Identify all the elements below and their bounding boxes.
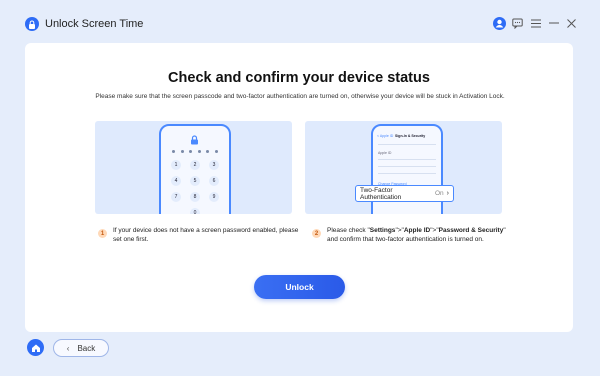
user-icon[interactable] (492, 16, 506, 30)
settings-back-link: < Apple ID (377, 134, 394, 138)
lock-icon (191, 135, 198, 145)
step-2-text: Please check "Settings">"Apple ID">"Pass… (327, 227, 506, 243)
minimize-icon[interactable] (547, 16, 561, 30)
step-1-badge: 1 (98, 229, 107, 238)
page-description: Please make sure that the screen passcod… (95, 93, 505, 100)
two-factor-value: On (434, 190, 444, 197)
app-logo-icon (25, 17, 39, 31)
divider (378, 144, 436, 145)
keypad-key: 8 (190, 192, 200, 202)
passcode-dots (172, 150, 218, 153)
apple-id-label: Apple ID (378, 151, 392, 155)
app-window: Unlock Screen Time Check and confirm you… (0, 0, 600, 376)
keypad-key: 1 (171, 160, 181, 170)
two-factor-illustration: < Apple ID Sign-In & Security Apple ID C… (305, 121, 502, 214)
keypad-key: 9 (209, 192, 219, 202)
divider (378, 159, 436, 160)
keypad-key: 5 (190, 176, 200, 186)
menu-icon[interactable] (529, 16, 543, 30)
chevron-right-icon: › (446, 190, 449, 197)
keypad-key: 0 (190, 208, 200, 214)
main-card: Check and confirm your device status Ple… (25, 43, 573, 332)
unlock-button[interactable]: Unlock (254, 275, 345, 299)
chevron-left-icon: ‹ (66, 343, 70, 353)
keypad-key: 2 (190, 160, 200, 170)
feedback-icon[interactable] (510, 16, 524, 30)
passcode-illustration: 1 2 3 4 5 6 7 8 9 0 (95, 121, 292, 214)
home-icon (31, 344, 40, 352)
back-label: Back (77, 343, 96, 353)
keypad-key: 7 (171, 192, 181, 202)
divider (378, 173, 436, 174)
home-button[interactable] (27, 339, 44, 356)
step-2-badge: 2 (312, 229, 321, 238)
keypad-key: 6 (209, 176, 219, 186)
page-title: Check and confirm your device status (168, 70, 430, 86)
app-title: Unlock Screen Time (45, 18, 144, 30)
close-icon[interactable] (564, 16, 578, 30)
step-1-text: If your device does not have a screen pa… (113, 227, 299, 243)
two-factor-label: Two-Factor Authentication (360, 186, 402, 201)
keypad-key: 4 (171, 176, 181, 186)
settings-nav-title: Sign-In & Security (395, 134, 426, 138)
keypad-key: 3 (209, 160, 219, 170)
title-bar: Unlock Screen Time (0, 0, 600, 44)
divider (378, 166, 436, 167)
back-button[interactable]: ‹ Back (53, 339, 109, 357)
two-factor-callout: Two-Factor Authentication On › (355, 185, 454, 202)
phone-illustration: 1 2 3 4 5 6 7 8 9 0 (159, 124, 231, 214)
